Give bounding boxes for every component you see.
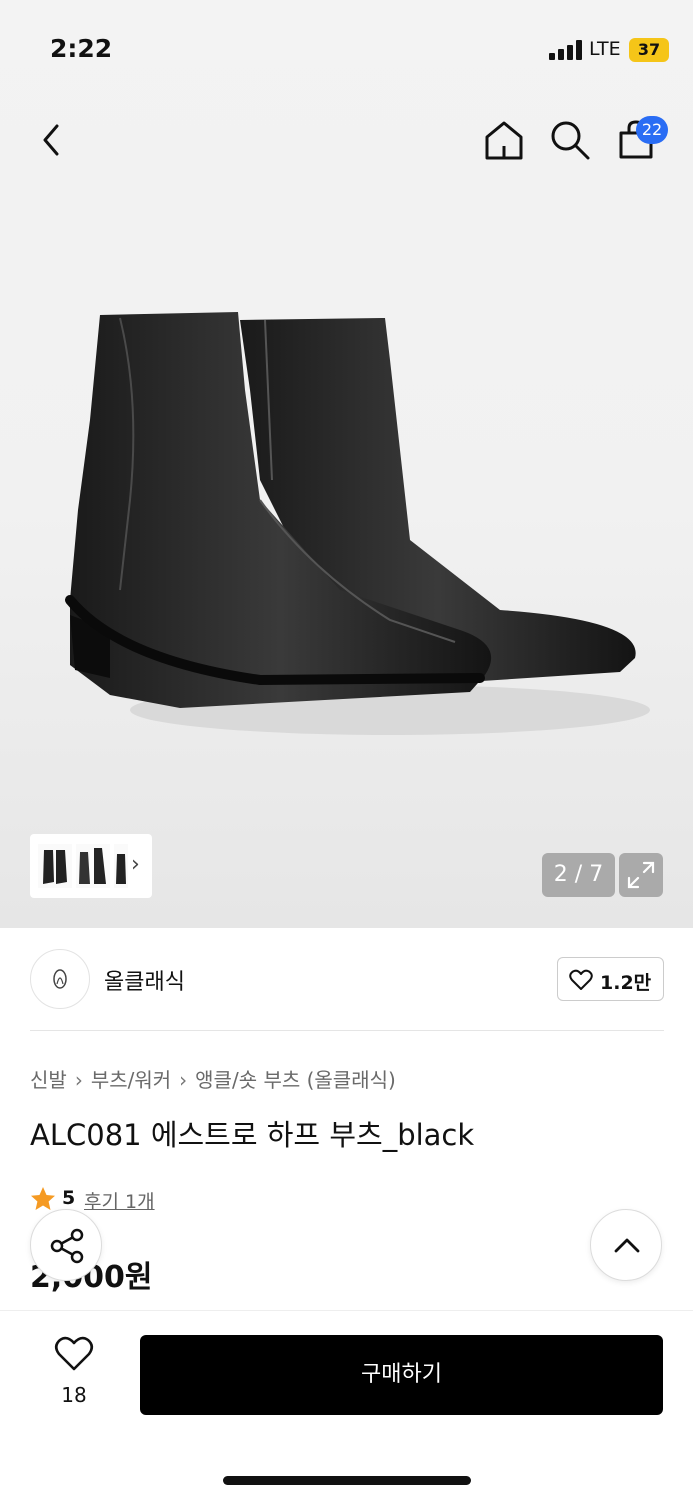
chevron-up-icon	[614, 1238, 640, 1253]
heart-icon	[54, 1336, 94, 1371]
thumbnail-image[interactable]	[38, 844, 72, 888]
search-icon	[551, 121, 590, 160]
breadcrumb: 신발 › 부츠/워커 › 앵클/숏 부츠 (올클래식)	[30, 1064, 396, 1093]
brand-like-button[interactable]: 1.2만	[557, 957, 664, 1001]
home-indicator	[223, 1476, 471, 1485]
network-label: LTE	[589, 38, 621, 60]
brand-like-count: 1.2만	[600, 972, 652, 994]
thumbnail-image[interactable]	[76, 844, 110, 888]
home-button[interactable]	[480, 116, 528, 164]
chevron-right-icon: ›	[179, 1068, 188, 1092]
product-gallery[interactable]: 2:22 LTE 37 22 › 2 / 7	[0, 0, 693, 928]
divider	[30, 1030, 664, 1031]
scroll-top-button[interactable]	[590, 1209, 662, 1281]
product-image[interactable]	[60, 300, 650, 750]
wishlist-button[interactable]: 18	[44, 1331, 104, 1411]
thumbnail-image[interactable]	[114, 844, 128, 888]
product-title: ALC081 에스트로 하프 부츠_black	[30, 1118, 475, 1152]
bottom-action-bar: 18 구매하기	[0, 1310, 693, 1500]
cart-count-badge: 22	[636, 116, 668, 144]
signal-icon	[549, 40, 583, 60]
chevron-left-icon	[43, 124, 59, 156]
expand-icon	[627, 861, 655, 889]
image-counter: 2 / 7	[542, 853, 615, 897]
battery-icon: 37	[629, 38, 669, 62]
rating-value: 5	[62, 1187, 76, 1209]
expand-button[interactable]	[619, 853, 663, 897]
brand-name[interactable]: 올클래식	[104, 964, 185, 996]
search-button[interactable]	[546, 116, 594, 164]
chevron-right-icon[interactable]: ›	[131, 852, 140, 877]
share-button[interactable]	[30, 1209, 102, 1281]
share-icon	[50, 1228, 84, 1264]
breadcrumb-item[interactable]: 부츠/워커	[91, 1068, 171, 1092]
wishlist-count: 18	[61, 1383, 87, 1407]
brand-row[interactable]: 올클래식 1.2만	[30, 948, 664, 1010]
cart-button[interactable]: 22	[612, 116, 668, 164]
breadcrumb-item[interactable]: 신발	[30, 1068, 67, 1092]
brand-logo[interactable]	[30, 949, 90, 1009]
back-button[interactable]	[30, 118, 74, 162]
heart-icon	[569, 969, 593, 990]
status-time: 2:22	[50, 34, 113, 63]
star-icon	[31, 1187, 55, 1210]
breadcrumb-item[interactable]: 앵클/숏 부츠 (올클래식)	[195, 1068, 396, 1092]
status-bar: 2:22 LTE 37	[0, 0, 693, 100]
chevron-right-icon: ›	[74, 1068, 83, 1092]
buy-button[interactable]: 구매하기	[140, 1335, 663, 1415]
home-icon	[485, 121, 523, 160]
thumbnail-strip[interactable]: ›	[30, 834, 152, 898]
